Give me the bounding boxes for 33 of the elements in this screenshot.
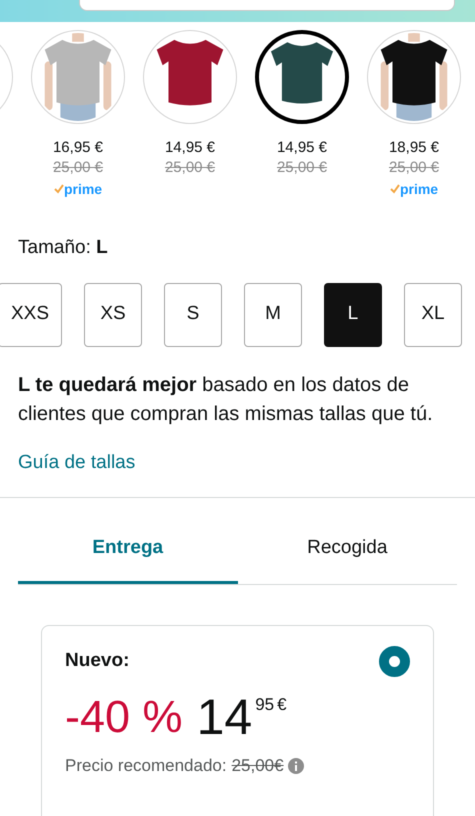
check-icon	[54, 184, 64, 194]
swatch-list-price: 25,00 €	[164, 158, 216, 178]
size-option[interactable]: S	[164, 282, 222, 346]
size-option[interactable]: M	[244, 282, 302, 346]
size-option[interactable]: XXS	[0, 282, 62, 346]
size-option[interactable]: XL	[404, 282, 462, 346]
prime-label: prime	[64, 180, 102, 198]
info-icon[interactable]	[288, 758, 304, 774]
swatch-price: 16,95 €	[52, 138, 104, 158]
price-whole: 14	[196, 691, 252, 743]
offer-title: Nuevo:	[65, 649, 130, 674]
size-label: Tamaño: L	[18, 236, 109, 260]
discount-percent: -40 %	[65, 691, 183, 743]
currency-symbol: €	[277, 695, 287, 715]
swatch-price: 14,95 €	[164, 138, 216, 158]
swatch-list-price: 25,00 €	[52, 158, 104, 178]
check-icon	[390, 184, 400, 194]
fit-note: L te quedará mejor basado en los datos de clientes que compran las mismas tallas que tú.	[18, 372, 434, 426]
swatch-list-price: 25,00 €	[388, 158, 440, 178]
delivery-tab[interactable]: Recogida	[238, 528, 457, 584]
delivery-tab[interactable]: Entrega	[18, 528, 238, 584]
swatch-list-price: 25,00 €	[276, 158, 328, 178]
size-guide-link[interactable]: Guía de tallas	[18, 448, 136, 477]
price-fraction: 95	[255, 695, 274, 715]
list-price: 25,00€	[232, 755, 284, 777]
swatch-price: 18,95 €	[388, 138, 440, 158]
swatch-price: 14,95 €	[276, 138, 328, 158]
prime-label: prime	[400, 180, 438, 198]
size-option[interactable]: XS	[84, 282, 142, 346]
size-option[interactable]: L	[324, 282, 382, 346]
list-price-label: Precio recomendado:	[65, 755, 227, 777]
radio-button[interactable]	[379, 646, 410, 677]
search-field[interactable]	[79, 0, 455, 11]
